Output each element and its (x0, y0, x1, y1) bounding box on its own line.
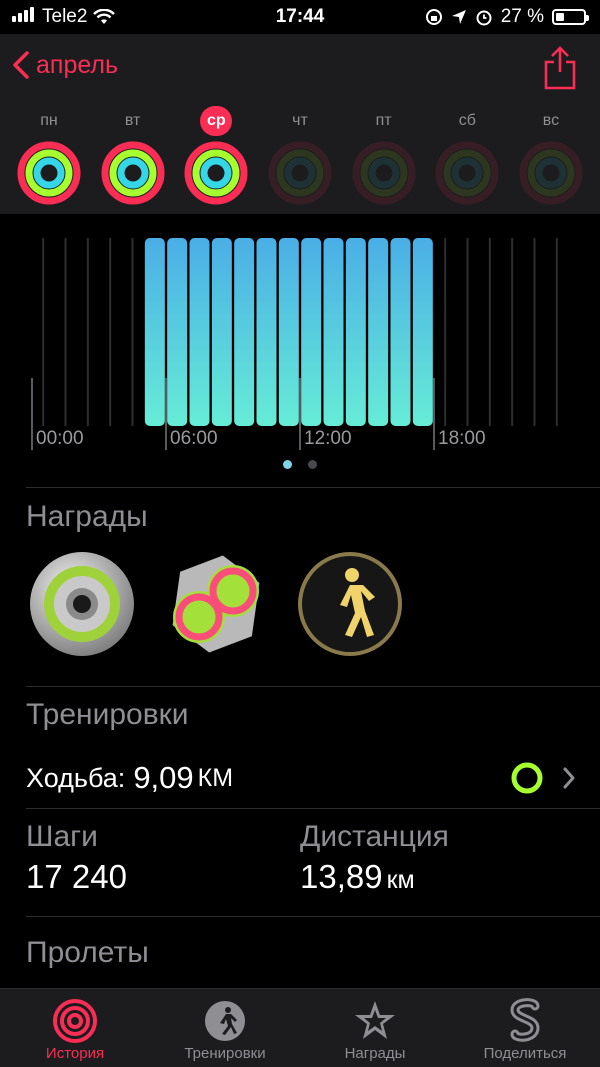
day-вт[interactable]: вт (92, 106, 174, 206)
tab-bar: История Тренировки Награды Поделиться (0, 988, 600, 1067)
x-tick-label: 18:00 (438, 428, 486, 449)
infinity-award-icon (172, 555, 260, 653)
stand-hours-chart: 00:00 06:00 12:00 18:00 (0, 214, 600, 454)
share-s-icon (510, 998, 540, 1042)
steps-stat: Шаги 17 240 (26, 820, 127, 896)
awards-row (26, 548, 406, 660)
workout-walking-row[interactable]: Ходьба: 9,09 КМ (26, 754, 576, 802)
activity-rings-icon (101, 141, 165, 205)
x-tick-label: 12:00 (304, 428, 352, 449)
award-walk[interactable] (294, 548, 406, 660)
page-indicator[interactable] (0, 460, 600, 469)
workout-unit: КМ (197, 763, 234, 792)
steps-label: Шаги (26, 820, 98, 853)
week-header: апрель пн вт ср чт пт сб вс (0, 34, 600, 214)
day-label: вт (124, 112, 141, 129)
activity-rings-icon (184, 141, 248, 205)
tab-label: Тренировки (184, 1045, 266, 1062)
flights-label: Пролеты (26, 936, 149, 969)
stand-bar-hour-17 (412, 238, 433, 426)
alarm-icon (476, 10, 492, 26)
day-чт[interactable]: чт (259, 106, 341, 206)
day-label: чт (292, 112, 308, 129)
tab-label: Поделиться (483, 1045, 567, 1062)
ring-award-icon (30, 552, 134, 656)
workouts-runner-icon (205, 1001, 245, 1041)
day-сб[interactable]: сб (426, 106, 508, 206)
tab-label: История (45, 1045, 105, 1062)
day-вс[interactable]: вс (510, 106, 592, 206)
workout-ring-icon (511, 762, 543, 794)
back-label: апрель (36, 50, 119, 79)
x-tick-label: 06:00 (170, 428, 218, 449)
activity-rings-icon (17, 141, 81, 205)
award-ring[interactable] (26, 548, 138, 660)
day-ср[interactable]: ср (175, 106, 257, 206)
week-days: пн вт ср чт пт сб вс (8, 106, 592, 206)
tab-awards[interactable]: Награды (300, 997, 450, 1062)
stand-bar-hour-13 (323, 238, 344, 426)
stand-bar-hour-16 (390, 238, 411, 426)
day-пт[interactable]: пт (343, 106, 425, 206)
status-bar: Tele2 17:44 27 % (0, 0, 600, 34)
stand-bar-hour-5 (144, 238, 165, 426)
status-right: 27 % (425, 6, 589, 28)
location-icon (451, 10, 466, 24)
stand-bar-hour-14 (345, 238, 366, 426)
day-label: пт (375, 112, 392, 129)
tab-history[interactable]: История (0, 997, 150, 1062)
activity-rings-icon (519, 141, 583, 205)
workout-distance: 9,09 (133, 760, 194, 795)
distance-value-line: 13,89 км (300, 858, 449, 896)
stand-bar-hour-10 (256, 238, 277, 426)
stand-bar-hour-11 (278, 238, 299, 426)
stand-bar-hour-12 (301, 238, 322, 426)
history-rings-icon (53, 999, 97, 1043)
flights-stat: Пролеты (26, 936, 149, 970)
tab-label: Награды (344, 1045, 406, 1062)
day-label: вс (542, 112, 560, 129)
day-label: ср (200, 106, 233, 136)
chevron-right-icon (563, 767, 575, 789)
distance-value: 13,89 (300, 858, 383, 895)
workout-name: Ходьба: (26, 762, 126, 793)
steps-value: 17 240 (26, 858, 127, 895)
back-button[interactable]: апрель (12, 50, 118, 80)
divider (26, 487, 600, 488)
activity-rings-icon (352, 141, 416, 205)
page-dot-2[interactable] (308, 460, 317, 469)
battery-icon (552, 9, 589, 25)
day-label: пн (40, 112, 58, 129)
day-пн[interactable]: пн (8, 106, 90, 206)
stand-bar-hour-15 (368, 238, 389, 426)
stand-bar-hour-9 (234, 238, 255, 426)
stand-bar-hour-7 (189, 238, 210, 426)
divider (26, 686, 600, 687)
page-dot-1[interactable] (283, 460, 292, 469)
activity-rings-icon (435, 141, 499, 205)
distance-label: Дистанция (300, 820, 449, 853)
stand-bar-hour-8 (211, 238, 232, 426)
chevron-left-icon (13, 51, 29, 79)
award-infinity[interactable] (160, 548, 272, 660)
walk-award-icon (298, 552, 402, 656)
workouts-title: Тренировки (26, 698, 189, 731)
battery-percent: 27 % (500, 6, 544, 27)
divider (26, 916, 600, 917)
stand-bar-hour-6 (167, 238, 188, 426)
day-label: сб (458, 112, 476, 129)
rotation-lock-icon (425, 9, 442, 25)
activity-rings-icon (268, 141, 332, 205)
x-tick-label: 00:00 (36, 428, 84, 449)
tab-workouts[interactable]: Тренировки (150, 997, 300, 1062)
tab-share[interactable]: Поделиться (450, 997, 600, 1062)
share-button[interactable] (542, 46, 578, 95)
share-icon (544, 46, 576, 90)
awards-star-icon (355, 1001, 395, 1039)
distance-stat: Дистанция 13,89 км (300, 820, 449, 896)
chart-svg (31, 238, 558, 450)
distance-unit: км (386, 866, 415, 894)
awards-title[interactable]: Награды (26, 500, 148, 534)
divider (26, 808, 600, 809)
